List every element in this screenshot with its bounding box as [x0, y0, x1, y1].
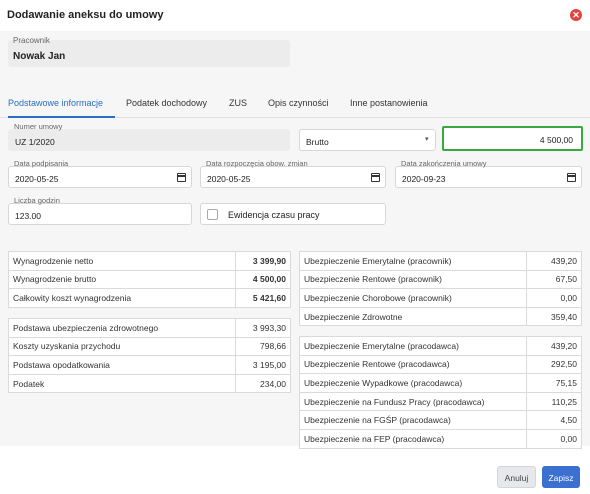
tax-base-table: Podstawa ubezpieczenia zdrowotnego 3 993… [8, 318, 291, 394]
amount-input[interactable]: 4 500,00 [442, 126, 583, 151]
end-date-label: Data zakończenia umowy [401, 159, 487, 168]
row-value: 234,00 [235, 373, 291, 394]
table-row: Ubezpieczenie na Fundusz Pracy (pracodaw… [299, 391, 582, 412]
table-row: Podatek 234,00 [8, 373, 291, 394]
signing-date-field[interactable]: Data podpisania 2020-05-25 [8, 159, 192, 188]
table-row: Koszty uzyskania przychodu 798,66 [8, 336, 291, 357]
table-row: Podstawa ubezpieczenia zdrowotnego 3 993… [8, 318, 291, 338]
time-tracking-toggle[interactable]: Ewidencja czasu pracy [200, 203, 386, 225]
tab-basic-info[interactable]: Podstawowe informacje [8, 98, 103, 108]
table-row: Ubezpieczenie na FGŚP (pracodawca) 4,50 [299, 410, 582, 430]
row-value: 3 399,90 [235, 251, 291, 271]
employee-insurance-table: Ubezpieczenie Emerytalne (pracownik) 439… [299, 251, 582, 327]
employee-field: Pracownik Nowak Jan [8, 36, 290, 67]
row-value: 0,00 [526, 428, 582, 449]
table-row: Ubezpieczenie Emerytalne (pracodawca) 43… [299, 336, 582, 356]
save-button[interactable]: Zapisz [542, 466, 580, 488]
row-label: Ubezpieczenie Rentowe (pracownik) [299, 269, 527, 290]
contract-number-value: UZ 1/2020 [15, 137, 55, 147]
hours-value: 123.00 [15, 211, 41, 221]
table-row: Ubezpieczenie Wypadkowe (pracodawca) 75,… [299, 373, 582, 393]
row-value: 3 195,00 [235, 355, 291, 375]
table-row: Ubezpieczenie Zdrowotne 359,40 [299, 306, 582, 327]
end-date-value: 2020-09-23 [402, 174, 446, 184]
row-label: Ubezpieczenie Emerytalne (pracodawca) [299, 336, 527, 356]
row-value: 75,15 [526, 373, 582, 393]
row-value: 110,25 [526, 391, 582, 412]
dialog-titlebar: Dodawanie aneksu do umowy ✕ [0, 0, 590, 31]
signing-date-label: Data podpisania [14, 159, 69, 168]
row-label: Ubezpieczenie na FGŚP (pracodawca) [299, 410, 527, 430]
table-row: Ubezpieczenie na FEP (pracodawca) 0,00 [299, 428, 582, 449]
row-value: 292,50 [526, 354, 582, 375]
table-row: Podstawa opodatkowania 3 195,00 [8, 355, 291, 375]
calendar-icon[interactable] [567, 173, 576, 182]
hours-input[interactable]: Liczba godzin 123.00 [8, 196, 192, 225]
cancel-button[interactable]: Anuluj [497, 466, 536, 488]
row-label: Wynagrodzenie netto [8, 251, 236, 271]
table-row: Wynagrodzenie brutto 4 500,00 [8, 269, 291, 290]
row-label: Całkowity koszt wynagrodzenia [8, 288, 236, 308]
row-label: Wynagrodzenie brutto [8, 269, 236, 290]
employee-value: Nowak Jan [13, 51, 66, 62]
contract-number-field: Numer umowy UZ 1/2020 [8, 122, 290, 151]
gross-type-value: Brutto [306, 137, 329, 147]
row-value: 0,00 [526, 288, 582, 308]
row-value: 5 421,60 [235, 288, 291, 308]
table-row: Ubezpieczenie Rentowe (pracownik) 67,50 [299, 269, 582, 290]
tab-zus[interactable]: ZUS [229, 98, 247, 108]
row-value: 67,50 [526, 269, 582, 290]
calendar-icon[interactable] [177, 173, 186, 182]
gross-type-select[interactable]: Brutto ▾ [299, 129, 436, 151]
employee-label: Pracownik [13, 36, 50, 45]
table-row: Ubezpieczenie Emerytalne (pracownik) 439… [299, 251, 582, 271]
close-icon[interactable]: ✕ [570, 9, 582, 21]
amount-value: 4 500,00 [539, 135, 573, 145]
time-tracking-checkbox[interactable] [207, 209, 218, 220]
row-label: Podstawa ubezpieczenia zdrowotnego [8, 318, 236, 338]
tab-bar: Podstawowe informacje Podatek dochodowy … [0, 92, 590, 118]
tab-description[interactable]: Opis czynności [268, 98, 329, 108]
row-label: Podstawa opodatkowania [8, 355, 236, 375]
table-row: Wynagrodzenie netto 3 399,90 [8, 251, 291, 271]
row-label: Ubezpieczenie Emerytalne (pracownik) [299, 251, 527, 271]
table-row: Ubezpieczenie Chorobowe (pracownik) 0,00 [299, 288, 582, 308]
row-value: 439,20 [526, 336, 582, 356]
chevron-down-icon: ▾ [425, 136, 429, 143]
start-date-field[interactable]: Data rozpoczęcia obow. zmian 2020-05-25 [200, 159, 386, 188]
end-date-field[interactable]: Data zakończenia umowy 2020-09-23 [395, 159, 582, 188]
row-label: Ubezpieczenie Wypadkowe (pracodawca) [299, 373, 527, 393]
start-date-label: Data rozpoczęcia obow. zmian [206, 159, 308, 168]
row-label: Ubezpieczenie Rentowe (pracodawca) [299, 354, 527, 375]
tab-other-terms[interactable]: Inne postanowienia [350, 98, 428, 108]
row-label: Ubezpieczenie na Fundusz Pracy (pracodaw… [299, 391, 527, 412]
row-label: Ubezpieczenie Zdrowotne [299, 306, 527, 327]
row-value: 359,40 [526, 306, 582, 327]
active-tab-indicator [8, 116, 115, 118]
employer-insurance-table: Ubezpieczenie Emerytalne (pracodawca) 43… [299, 336, 582, 449]
row-value: 439,20 [526, 251, 582, 271]
contract-number-label: Numer umowy [14, 122, 63, 131]
row-value: 4,50 [526, 410, 582, 430]
salary-summary-table: Wynagrodzenie netto 3 399,90 Wynagrodzen… [8, 251, 291, 308]
annex-dialog: Dodawanie aneksu do umowy ✕ Pracownik No… [0, 0, 590, 494]
table-row: Całkowity koszt wynagrodzenia 5 421,60 [8, 288, 291, 308]
row-label: Ubezpieczenie na FEP (pracodawca) [299, 428, 527, 449]
dialog-title: Dodawanie aneksu do umowy [7, 9, 164, 21]
row-label: Koszty uzyskania przychodu [8, 336, 236, 357]
row-label: Ubezpieczenie Chorobowe (pracownik) [299, 288, 527, 308]
time-tracking-label: Ewidencja czasu pracy [228, 210, 320, 220]
row-label: Podatek [8, 373, 236, 394]
row-value: 4 500,00 [235, 269, 291, 290]
row-value: 798,66 [235, 336, 291, 357]
tab-income-tax[interactable]: Podatek dochodowy [126, 98, 207, 108]
row-value: 3 993,30 [235, 318, 291, 338]
calendar-icon[interactable] [371, 173, 380, 182]
signing-date-value: 2020-05-25 [15, 174, 59, 184]
hours-label: Liczba godzin [14, 196, 60, 205]
table-row: Ubezpieczenie Rentowe (pracodawca) 292,5… [299, 354, 582, 375]
start-date-value: 2020-05-25 [207, 174, 251, 184]
